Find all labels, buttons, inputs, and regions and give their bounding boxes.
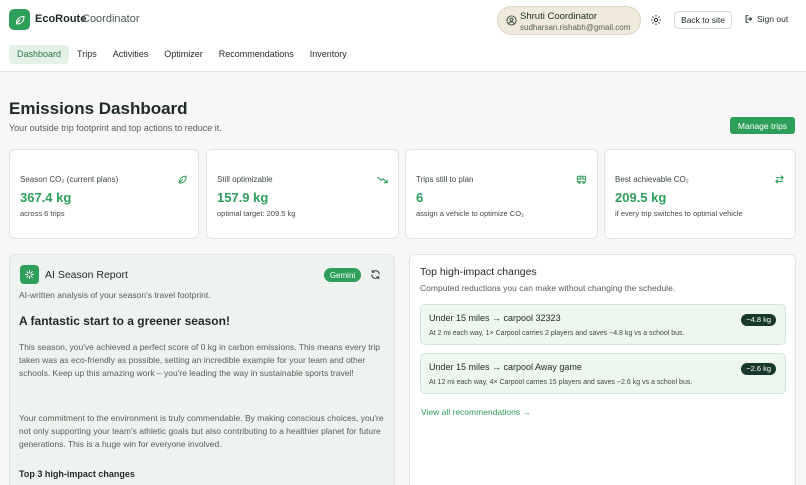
nav-optimizer[interactable]: Optimizer <box>156 45 211 64</box>
leaf-logo-icon[interactable] <box>9 9 30 30</box>
sparkles-icon <box>20 265 39 284</box>
stat-label: Trips still to plan <box>416 175 474 184</box>
page-title: Emissions Dashboard <box>9 99 188 118</box>
ai-report-headline: A fantastic start to a greener season! <box>19 314 230 328</box>
stat-note: if every trip switches to optimal vehicl… <box>615 209 743 218</box>
ai-report-title: AI Season Report <box>45 269 128 281</box>
swap-icon <box>775 175 784 184</box>
stat-note: assign a vehicle to optimize CO₂ <box>416 209 524 218</box>
high-impact-changes-panel: Top high-impact changes Computed reducti… <box>409 254 796 485</box>
ai-top3-heading: Top 3 high-impact changes <box>19 469 135 479</box>
change-card[interactable]: Under 15 miles → carpool 32323 At 2 mi e… <box>420 304 786 345</box>
brand-name[interactable]: EcoRoute <box>35 13 86 25</box>
change-name: Under 15 miles → carpool 32323 <box>429 313 561 323</box>
main-nav: Dashboard Trips Activities Optimizer Rec… <box>9 45 355 64</box>
user-name: Shruti Coordinator <box>520 11 598 22</box>
stat-value: 367.4 kg <box>20 190 72 205</box>
ai-report-subtitle: AI-written analysis of your season's tra… <box>19 290 211 300</box>
stat-card-best-achievable: Best achievable CO₂ 209.5 kg if every tr… <box>604 149 796 239</box>
user-email: sudharsan.rishabh@gmail.com <box>520 23 631 32</box>
stat-value: 157.9 kg <box>217 190 269 205</box>
view-all-recommendations-link[interactable]: View all recommendations → <box>421 407 531 417</box>
gemini-badge: Gemini <box>324 268 361 282</box>
savings-badge: −4.8 kg <box>741 314 776 326</box>
change-name: Under 15 miles → carpool Away game <box>429 362 582 372</box>
nav-trips[interactable]: Trips <box>69 45 105 64</box>
nav-inventory[interactable]: Inventory <box>302 45 355 64</box>
stat-note: optimal target: 209.5 kg <box>217 209 296 218</box>
user-avatar-icon <box>506 15 517 26</box>
gear-icon[interactable] <box>650 14 662 26</box>
sign-out-icon <box>745 15 753 23</box>
manage-trips-button[interactable]: Manage trips <box>730 117 795 134</box>
stat-card-optimizable: Still optimizable 157.9 kg optimal targe… <box>206 149 399 239</box>
nav-recommendations[interactable]: Recommendations <box>211 45 302 64</box>
stat-value: 209.5 kg <box>615 190 667 205</box>
trending-down-icon <box>377 176 388 184</box>
user-menu[interactable]: Shruti Coordinator sudharsan.rishabh@gma… <box>497 6 641 35</box>
change-description: At 2 mi each way, 1× Carpool carries 2 p… <box>429 330 685 337</box>
stat-note: across 6 trips <box>20 209 65 218</box>
back-to-site-button[interactable]: Back to site <box>674 11 732 29</box>
bus-icon <box>576 175 587 184</box>
stat-card-trips-to-plan: Trips still to plan 6 assign a vehicle t… <box>405 149 598 239</box>
sign-out-label: Sign out <box>757 14 789 24</box>
refresh-icon[interactable] <box>370 269 381 280</box>
top-bar: EcoRoute Coordinator Shruti Coordinator … <box>0 0 806 72</box>
brand-role: Coordinator <box>82 13 140 25</box>
stat-label: Still optimizable <box>217 175 273 184</box>
stat-card-season-co2: Season CO₂ (current plans) 367.4 kg acro… <box>9 149 199 239</box>
changes-subtitle: Computed reductions you can make without… <box>420 283 676 293</box>
sign-out-button[interactable]: Sign out <box>744 14 788 24</box>
ai-season-report-panel: AI Season Report Gemini AI-written analy… <box>9 254 395 485</box>
stat-value: 6 <box>416 190 424 205</box>
stat-label: Season CO₂ (current plans) <box>20 175 119 184</box>
savings-badge: −2.6 kg <box>741 363 776 375</box>
nav-dashboard[interactable]: Dashboard <box>9 45 70 64</box>
change-card[interactable]: Under 15 miles → carpool Away game At 12… <box>420 353 786 394</box>
ai-report-paragraph: This season, you've achieved a perfect s… <box>19 342 381 378</box>
changes-title: Top high-impact changes <box>420 266 537 278</box>
page-subtitle: Your outside trip footprint and top acti… <box>9 123 222 133</box>
stat-label: Best achievable CO₂ <box>615 175 689 184</box>
ai-report-paragraph: Your commitment to the environment is tr… <box>19 413 384 449</box>
nav-activities[interactable]: Activities <box>105 45 157 64</box>
change-description: At 12 mi each way, 4× Carpool carries 15… <box>429 379 693 386</box>
leaf-icon <box>178 175 187 184</box>
